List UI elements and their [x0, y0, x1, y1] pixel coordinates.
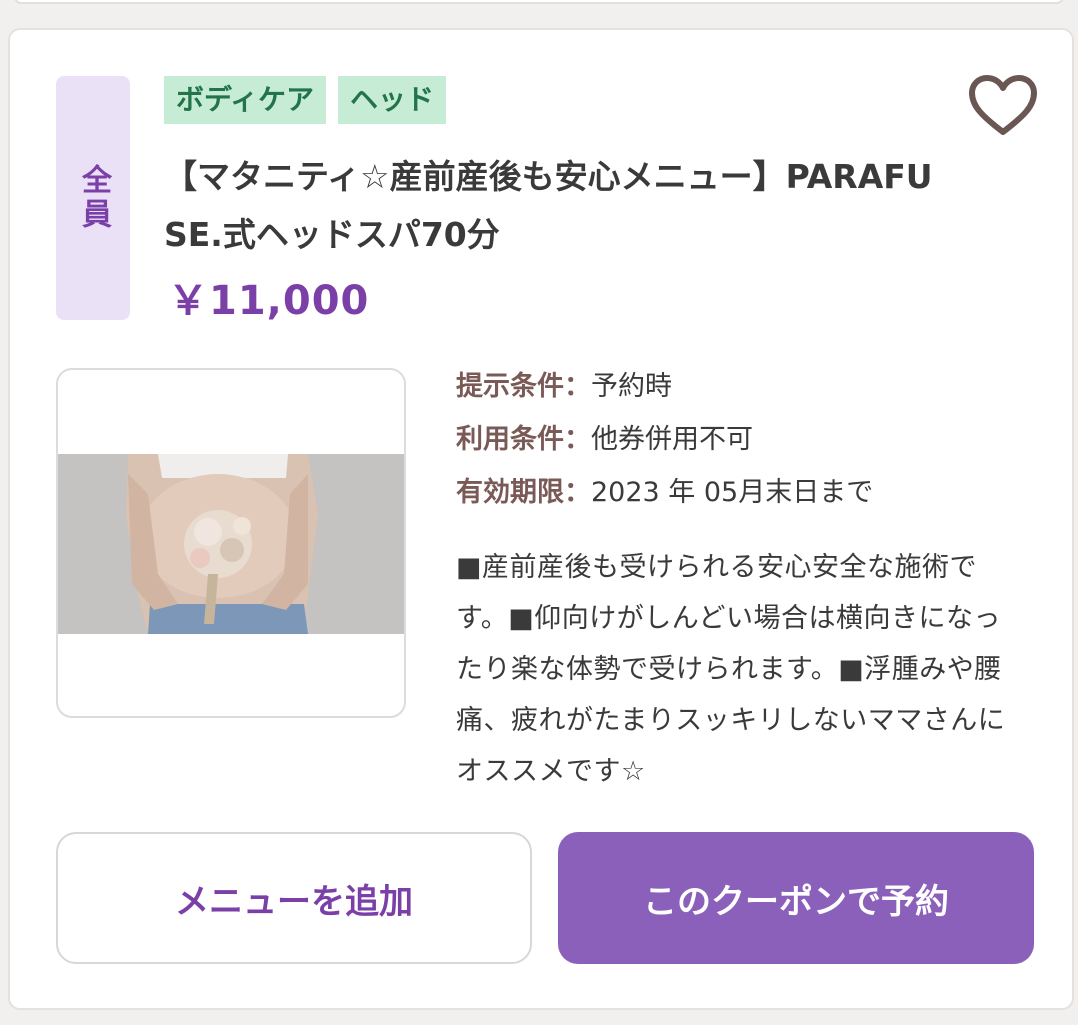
- coupon-photo: [56, 368, 406, 718]
- coupon-price: ￥11,000: [168, 278, 370, 324]
- favorite-button[interactable]: [968, 74, 1038, 138]
- previous-card-bottom: [14, 0, 1064, 4]
- previous-card-edge: [0, 0, 1078, 6]
- condition-separator: ：: [564, 477, 591, 508]
- reserve-with-coupon-button[interactable]: このクーポンで予約: [558, 832, 1034, 964]
- condition-label: 利用条件: [456, 424, 564, 455]
- category-tags: ボディケア ヘッド: [164, 76, 447, 124]
- condition-row-expiry: 有効期限：2023 年 05月末日まで: [456, 466, 1056, 519]
- condition-label: 有効期限: [456, 477, 564, 508]
- condition-value: 予約時: [591, 371, 672, 402]
- condition-value: 2023 年 05月末日まで: [591, 477, 874, 508]
- condition-row-usage: 利用条件：他券併用不可: [456, 413, 1056, 466]
- condition-value: 他券併用不可: [591, 424, 753, 455]
- target-badge: 全員: [56, 76, 130, 320]
- condition-separator: ：: [564, 371, 591, 402]
- tag-body-care: ボディケア: [164, 76, 327, 124]
- condition-row-presentation: 提示条件：予約時: [456, 360, 1056, 413]
- condition-label: 提示条件: [456, 371, 564, 402]
- condition-separator: ：: [564, 424, 591, 455]
- coupon-title: 【マタニティ☆産前産後も安心メニュー】PARAFUSE.式ヘッドスパ70分: [164, 157, 933, 254]
- coupon-card: 全員 ボディケア ヘッド 【マタニティ☆産前産後も安心メニュー】PARAFUSE…: [8, 28, 1074, 1010]
- coupon-description: ■産前産後も受けられる安心安全な施術です。■仰向けがしんどい場合は横向きになった…: [456, 552, 1006, 787]
- heart-icon: [969, 75, 1037, 135]
- maternity-photo: [58, 454, 404, 634]
- add-menu-button[interactable]: メニューを追加: [56, 832, 532, 964]
- target-badge-label: 全員: [76, 164, 111, 232]
- tag-head: ヘッド: [338, 76, 447, 124]
- coupon-conditions: 提示条件：予約時 利用条件：他券併用不可 有効期限：2023 年 05月末日まで: [456, 360, 1056, 519]
